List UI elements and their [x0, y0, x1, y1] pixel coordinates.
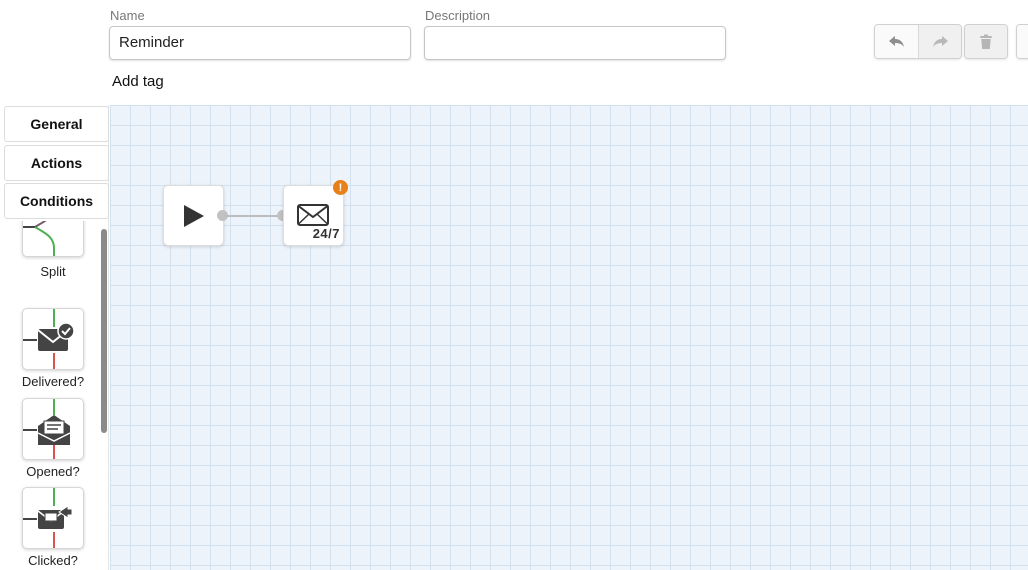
start-node[interactable]	[163, 185, 224, 246]
envelope-click-icon	[23, 488, 73, 548]
palette-scrollbar[interactable]	[101, 229, 107, 433]
more-button-group	[1016, 24, 1028, 59]
add-tag-link[interactable]: Add tag	[112, 73, 164, 90]
play-icon	[184, 205, 204, 227]
redo-arrow-icon	[933, 35, 948, 47]
node-connector[interactable]	[224, 215, 284, 217]
overflow-button[interactable]	[1017, 25, 1028, 58]
tab-general[interactable]: General	[4, 106, 109, 142]
workflow-canvas[interactable]: 24/7 !	[110, 105, 1028, 570]
redo-button[interactable]	[918, 25, 961, 58]
schedule-tag: 24/7	[312, 226, 340, 241]
undo-button[interactable]	[875, 25, 918, 58]
description-input[interactable]	[424, 26, 726, 60]
trash-icon	[980, 34, 992, 49]
envelope-icon	[297, 204, 329, 226]
palette-label-delivered: Delivered?	[21, 374, 85, 389]
conditions-palette: Split Delivered? Opened? Clicked?	[0, 221, 109, 570]
palette-label-split: Split	[40, 264, 66, 279]
tab-actions[interactable]: Actions	[4, 145, 109, 181]
email-node[interactable]: 24/7	[283, 185, 344, 246]
delete-button-group	[964, 24, 1008, 59]
delete-button[interactable]	[965, 25, 1007, 58]
workflow-editor: Name Reminder Description Add tag Genera…	[0, 0, 1028, 570]
tab-conditions[interactable]: Conditions	[4, 183, 109, 219]
warning-badge-icon[interactable]: !	[333, 180, 348, 195]
sidebar: General Actions Conditions Split Deliver…	[0, 105, 109, 570]
description-label: Description	[425, 8, 491, 23]
split-branch-icon	[23, 221, 55, 256]
undo-arrow-icon	[888, 35, 904, 47]
palette-label-clicked: Clicked?	[28, 553, 78, 568]
palette-label-opened: Opened?	[26, 464, 80, 479]
name-input[interactable]: Reminder	[109, 26, 411, 60]
open-envelope-icon	[23, 399, 71, 459]
history-button-group	[874, 24, 962, 59]
name-label: Name	[110, 8, 145, 23]
envelope-check-icon	[23, 309, 75, 369]
